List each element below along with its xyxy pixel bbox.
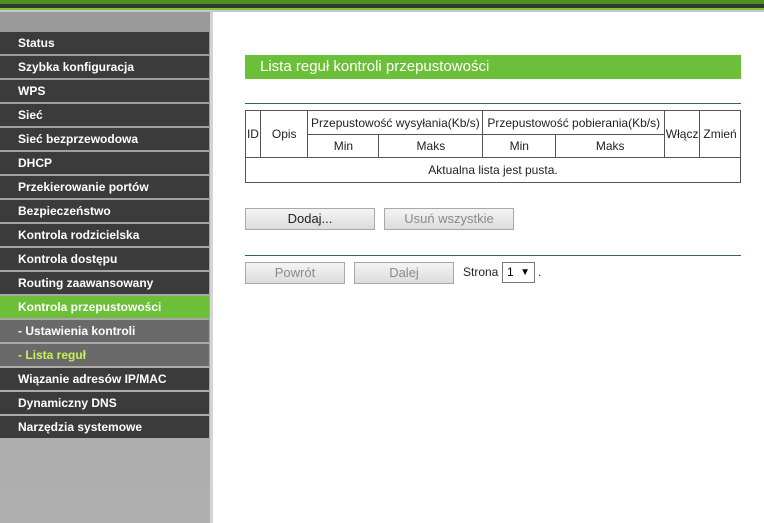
divider-top — [245, 103, 741, 104]
page-select[interactable]: 1 ▼ — [502, 262, 535, 283]
sidebar-item-kontrola-przepustowosci[interactable]: Kontrola przepustowości — [0, 296, 209, 318]
header-description: Opis — [259, 110, 309, 158]
table-row: Aktualna lista jest pusta. — [245, 157, 741, 183]
header-download-min: Min — [482, 134, 557, 158]
page-trailing-dot: . — [538, 265, 542, 279]
main-content: Lista reguł kontroli przepustowości ID O… — [216, 12, 764, 523]
table-header-row: ID Opis Przepustowość wysyłania(Kb/s) Pr… — [245, 110, 741, 158]
sidebar-item-szybka-konfiguracja[interactable]: Szybka konfiguracja — [0, 56, 209, 78]
sidebar: Status Szybka konfiguracja WPS Sieć Sieć bez… — [0, 12, 213, 523]
page-label: Strona — [463, 265, 499, 279]
sidebar-item-narzedzia-systemowe[interactable]: Narzędzia systemowe — [0, 416, 209, 438]
previous-page-button[interactable]: Powrót — [245, 262, 345, 284]
empty-list-message: Aktualna lista jest pusta. — [245, 157, 741, 183]
sidebar-item-wiazanie-adresow-ip-mac[interactable]: Wiązanie adresów IP/MAC — [0, 368, 209, 390]
sidebar-item-wps[interactable]: WPS — [0, 80, 209, 102]
sidebar-item-kontrola-dostepu[interactable]: Kontrola dostępu — [0, 248, 209, 270]
header-upload-min: Min — [307, 134, 380, 158]
sidebar-item-ustawienia-kontroli[interactable]: - Ustawienia kontroli — [0, 320, 209, 342]
delete-all-button[interactable]: Usuń wszystkie — [384, 208, 514, 230]
next-page-button[interactable]: Dalej — [354, 262, 454, 284]
sidebar-item-routing-zaawansowany[interactable]: Routing zaawansowany — [0, 272, 209, 294]
header-upload-max: Maks — [378, 134, 484, 158]
page-title: Lista reguł kontroli przepustowości — [245, 55, 741, 79]
top-banner — [0, 0, 764, 12]
sidebar-item-przekierowanie-portow[interactable]: Przekierowanie portów — [0, 176, 209, 198]
sidebar-item-siec[interactable]: Sieć — [0, 104, 209, 126]
header-enable: Włącz — [664, 110, 701, 158]
sidebar-item-dynamiczny-dns[interactable]: Dynamiczny DNS — [0, 392, 209, 414]
divider-bottom — [245, 255, 741, 256]
rules-table: ID Opis Przepustowość wysyłania(Kb/s) Pr… — [245, 110, 741, 183]
add-button[interactable]: Dodaj... — [245, 208, 375, 230]
sidebar-item-kontrola-rodzicielska[interactable]: Kontrola rodzicielska — [0, 224, 209, 246]
header-edit: Zmień — [699, 110, 741, 158]
sidebar-item-dhcp[interactable]: DHCP — [0, 152, 209, 174]
chevron-down-icon: ▼ — [520, 267, 530, 278]
header-upload-bandwidth: Przepustowość wysyłania(Kb/s) — [307, 110, 484, 135]
sidebar-item-siec-bezprzewodowa[interactable]: Sieć bezprzewodowa — [0, 128, 209, 150]
sidebar-item-lista-regul[interactable]: - Lista reguł — [0, 344, 209, 366]
header-download-max: Maks — [555, 134, 666, 158]
sidebar-item-bezpieczenstwo[interactable]: Bezpieczeństwo — [0, 200, 209, 222]
sidebar-menu: Status Szybka konfiguracja WPS Sieć Sieć bez… — [0, 32, 209, 440]
header-download-bandwidth: Przepustowość pobierania(Kb/s) — [482, 110, 666, 135]
header-id: ID — [245, 110, 261, 158]
sidebar-item-status[interactable]: Status — [0, 32, 209, 54]
page-select-value: 1 — [507, 265, 514, 279]
